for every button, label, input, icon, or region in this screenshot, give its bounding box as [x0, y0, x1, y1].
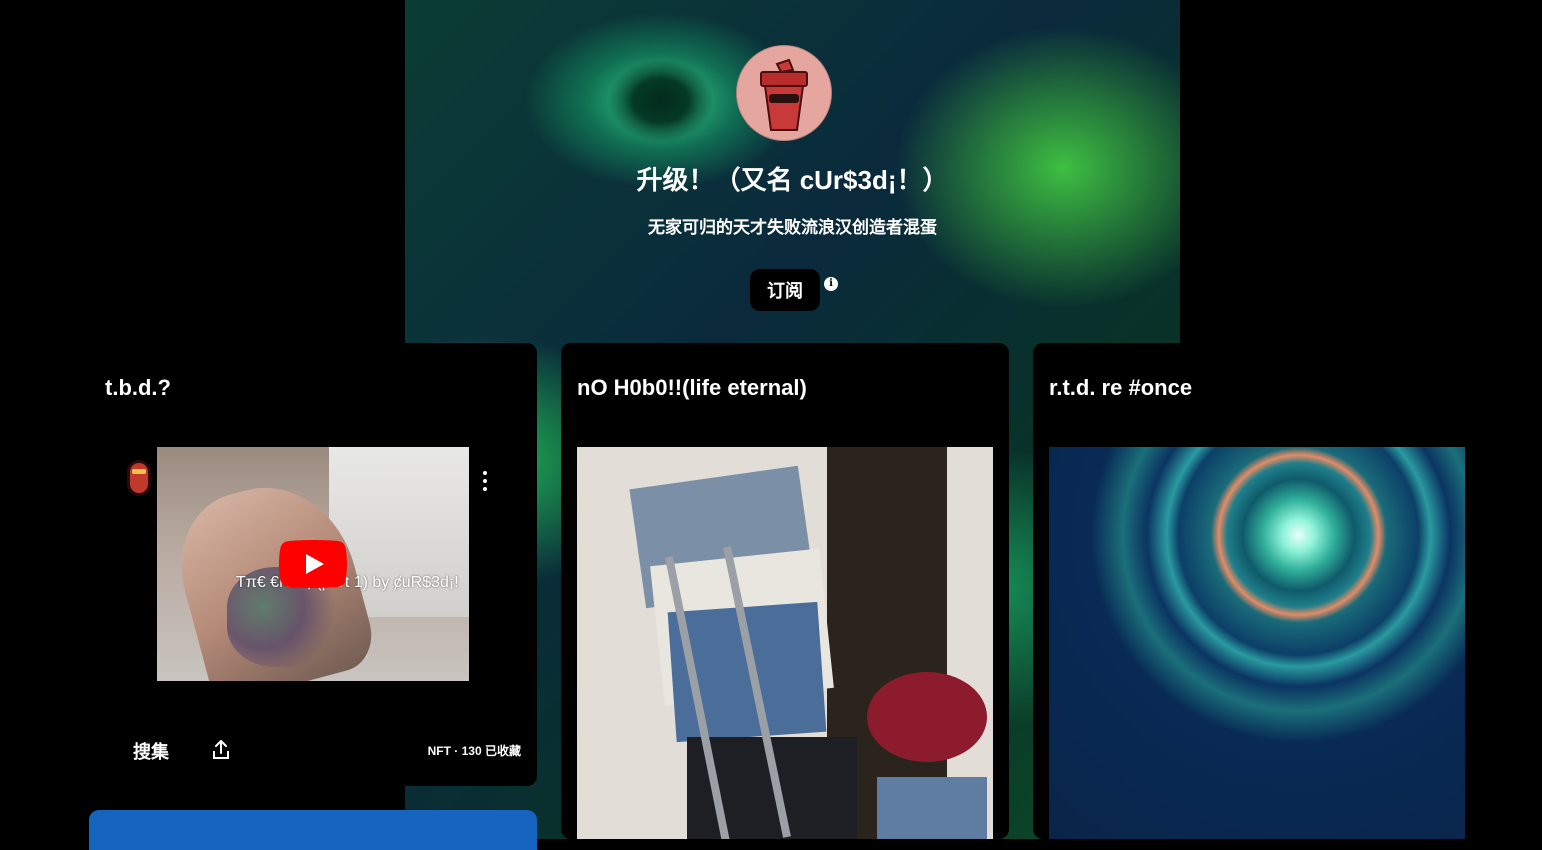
- artwork-image[interactable]: [1049, 447, 1465, 839]
- card-title: nO H0b0!!(life eternal): [577, 375, 807, 400]
- info-icon[interactable]: i: [824, 277, 838, 291]
- collection-card-hobo[interactable]: nO H0b0!!(life eternal): [561, 343, 1009, 839]
- youtube-channel-icon[interactable]: [124, 458, 154, 498]
- subscribe-button[interactable]: 订阅: [750, 269, 820, 311]
- share-icon[interactable]: [212, 740, 230, 760]
- artwork-image[interactable]: [577, 447, 993, 839]
- collection-card-tbd[interactable]: t.b.d.? Tπ€ €ND!¡ (part 1) by ȼuR$3d¡! 搜…: [89, 343, 537, 786]
- youtube-embed[interactable]: Tπ€ €ND!¡ (part 1) by ȼuR$3d¡!: [157, 447, 469, 681]
- bottom-banner[interactable]: [89, 810, 537, 850]
- card-title: t.b.d.?: [105, 375, 171, 400]
- card-title: r.t.d. re #once: [1049, 375, 1193, 400]
- profile-title: 升级！（又名 cUr$3d¡！）: [636, 165, 949, 195]
- profile-avatar: [736, 45, 832, 141]
- collect-button[interactable]: 搜集: [133, 738, 169, 764]
- collection-card-once[interactable]: r.t.d. re #once: [1033, 343, 1481, 839]
- video-menu-icon[interactable]: [479, 471, 491, 491]
- profile-subtitle: 无家可归的天才失败流浪汉创造者混蛋: [648, 218, 937, 237]
- video-title[interactable]: Tπ€ €ND!¡ (part 1) by ȼuR$3d¡!: [236, 574, 459, 592]
- nft-collect-count: NFT · 130 已收藏: [427, 744, 521, 758]
- youtube-play-icon[interactable]: [279, 540, 347, 588]
